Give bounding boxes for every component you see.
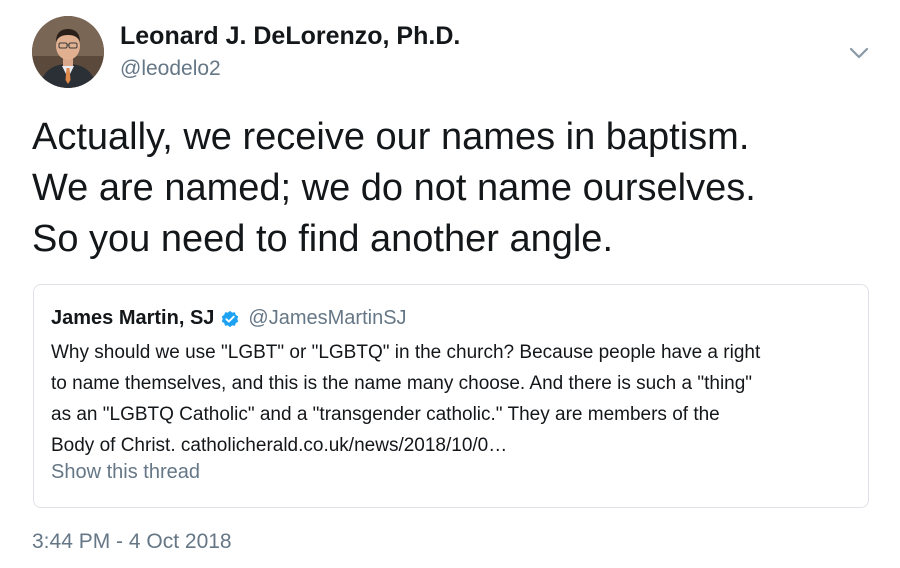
avatar[interactable] (32, 16, 104, 88)
quoted-tweet[interactable]: James Martin, SJ @JamesMartinSJ Why shou… (33, 284, 869, 508)
chevron-down-icon[interactable] (846, 40, 872, 66)
quoted-text-line: to name themselves, and this is the name… (51, 373, 753, 394)
author-display-name[interactable]: Leonard J. DeLorenzo, Ph.D. (120, 22, 460, 51)
quoted-text-line: Why should we use "LGBT" or "LGBTQ" in t… (51, 342, 761, 363)
quoted-tweet-text: Why should we use "LGBT" or "LGBTQ" in t… (51, 337, 861, 461)
tweet-text: Actually, we receive our names in baptis… (32, 112, 882, 265)
quoted-tweet-header: James Martin, SJ @JamesMartinSJ (51, 307, 407, 330)
quoted-handle: @JamesMartinSJ (248, 307, 407, 329)
quoted-display-name: James Martin, SJ (51, 307, 215, 329)
tweet-text-line: So you need to find another angle. (32, 218, 614, 260)
quoted-text-line: as an "LGBTQ Catholic" and a "transgende… (51, 404, 720, 425)
tweet-text-line: Actually, we receive our names in baptis… (32, 116, 750, 158)
profile-photo (32, 16, 104, 88)
show-thread-link[interactable]: Show this thread (51, 461, 200, 484)
tweet-text-line: We are named; we do not name ourselves. (32, 167, 756, 209)
author-handle[interactable]: @leodelo2 (120, 57, 221, 81)
quoted-text-line: Body of Christ. catholicherald.co.uk/new… (51, 435, 508, 456)
verified-badge-icon (220, 309, 240, 329)
tweet-timestamp[interactable]: 3:44 PM - 4 Oct 2018 (32, 530, 232, 554)
